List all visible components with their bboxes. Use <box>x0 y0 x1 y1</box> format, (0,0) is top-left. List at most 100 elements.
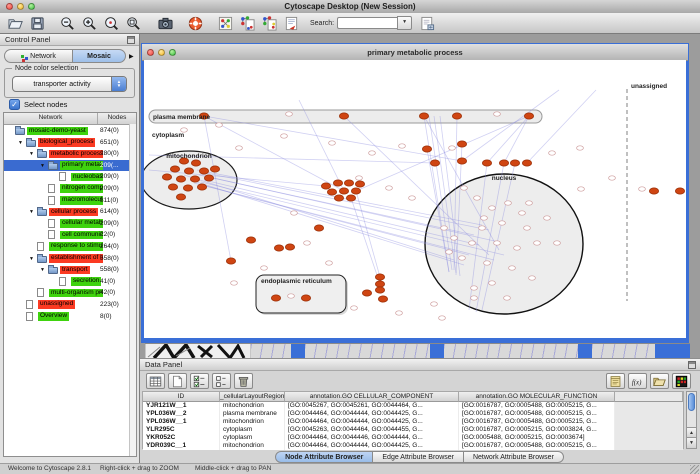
node-small[interactable] <box>505 201 512 205</box>
node[interactable] <box>522 160 531 166</box>
node-small[interactable] <box>449 146 456 150</box>
tree-row-secretion[interactable]: secretion41(0) <box>4 276 136 288</box>
node-small[interactable] <box>529 276 536 280</box>
node-small[interactable] <box>399 144 406 148</box>
node-small[interactable] <box>514 246 521 250</box>
node[interactable] <box>346 195 355 201</box>
node[interactable] <box>190 176 199 182</box>
background-window-strip[interactable] <box>592 344 655 358</box>
save-button[interactable] <box>28 14 47 32</box>
node[interactable] <box>375 274 384 280</box>
node[interactable] <box>333 180 342 186</box>
tree-scrollbar[interactable] <box>129 124 136 456</box>
zoom-selected-button[interactable] <box>102 14 121 32</box>
node-small[interactable] <box>484 261 491 265</box>
node-small[interactable] <box>471 286 478 290</box>
select-nodes-option[interactable]: ✓ Select nodes <box>9 98 67 110</box>
node[interactable] <box>457 141 466 147</box>
function-builder-button[interactable]: f(x) <box>628 373 647 389</box>
copy-network-button[interactable] <box>238 14 257 32</box>
node-small[interactable] <box>481 216 488 220</box>
tree-column-nodes[interactable]: Nodes <box>98 113 136 124</box>
column-header[interactable]: _cellularLayoutRegion <box>220 392 285 402</box>
expander-icon[interactable]: ▼ <box>18 140 23 146</box>
node-small[interactable] <box>578 187 585 191</box>
node-small[interactable] <box>471 296 478 300</box>
tree-row-response-to-stimulu[interactable]: response to stimulu264(0) <box>4 241 136 253</box>
node-small[interactable] <box>489 206 496 210</box>
network-canvas[interactable]: plasma membranecytoplasmmitochondrionnuc… <box>144 60 686 338</box>
tree-row-multi-organism-pro[interactable]: multi-organism pro42(0) <box>4 287 136 299</box>
node-small[interactable] <box>499 221 506 225</box>
node[interactable] <box>499 160 508 166</box>
node[interactable] <box>344 180 353 186</box>
node[interactable] <box>162 174 171 180</box>
tree-row-unassigned[interactable]: unassigned223(0) <box>4 299 136 311</box>
node[interactable] <box>339 113 348 119</box>
tab-mosaic[interactable]: Mosaic <box>72 49 126 63</box>
column-header[interactable]: annotation.GO CELLULAR_COMPONENT <box>285 392 459 402</box>
tree-row-macromolecule[interactable]: macromolecule311(0) <box>4 195 136 207</box>
tree-column-network[interactable]: Network <box>4 113 98 124</box>
node-small[interactable] <box>489 281 496 285</box>
node-small[interactable] <box>577 146 584 150</box>
node-small[interactable] <box>509 266 516 270</box>
node[interactable] <box>457 158 466 164</box>
import-attributes-button[interactable] <box>650 373 669 389</box>
node[interactable] <box>271 295 280 301</box>
node-color-dropdown[interactable]: transporter activity ▲▼ <box>12 76 127 92</box>
tree-row-mosaic-demo-yeast[interactable]: mosaic-demo-yeast874(0) <box>4 125 136 137</box>
tab-network[interactable]: Network <box>4 49 72 63</box>
node-small[interactable] <box>526 201 533 205</box>
document-settings-button[interactable] <box>418 14 437 32</box>
node[interactable] <box>482 160 491 166</box>
node[interactable] <box>375 281 384 287</box>
float-panel-icon[interactable] <box>688 361 696 369</box>
node[interactable] <box>176 194 185 200</box>
table-row[interactable]: YLR295Ccytoplasm[GO:0045263, GO:0044464,… <box>143 426 683 434</box>
node[interactable] <box>210 166 219 172</box>
node[interactable] <box>321 183 330 189</box>
background-window-edge[interactable] <box>655 344 690 358</box>
node[interactable] <box>168 184 177 190</box>
node-small[interactable] <box>446 250 453 254</box>
expander-icon[interactable]: ▼ <box>29 151 34 157</box>
node[interactable] <box>191 160 200 166</box>
table-row[interactable]: YJR121W__1mitochondrion[GO:0045267, GO:0… <box>143 402 683 410</box>
tab-overflow-icon[interactable]: ▶ <box>129 53 134 60</box>
tab-node-attribute-browser[interactable]: Node Attribute Browser <box>275 451 373 463</box>
node-small[interactable] <box>356 176 363 180</box>
background-window-strip[interactable] <box>444 344 578 358</box>
node-small[interactable] <box>524 226 531 230</box>
node[interactable] <box>351 188 360 194</box>
node-small[interactable] <box>534 241 541 245</box>
node[interactable] <box>327 189 336 195</box>
node[interactable] <box>452 113 461 119</box>
node[interactable] <box>176 176 185 182</box>
network-view-button[interactable] <box>216 14 235 32</box>
node-small[interactable] <box>288 294 295 298</box>
node[interactable] <box>378 296 387 302</box>
delete-attribute-button[interactable] <box>234 373 253 389</box>
node-small[interactable] <box>519 211 526 215</box>
node-small[interactable] <box>409 196 416 200</box>
node[interactable] <box>430 160 439 166</box>
table-mode-button[interactable] <box>146 373 165 389</box>
tree-row-establishment-of-lo[interactable]: ▼establishment of lo558(0) <box>4 253 136 265</box>
node-small[interactable] <box>291 211 298 215</box>
node-small[interactable] <box>474 196 481 200</box>
node[interactable] <box>524 113 533 119</box>
node-small[interactable] <box>439 316 446 320</box>
node[interactable] <box>422 146 431 152</box>
node-small[interactable] <box>549 151 556 155</box>
tree-row-cellular-process[interactable]: ▼cellular process614(0) <box>4 206 136 218</box>
tree-row-overview[interactable]: Overview8(0) <box>4 311 136 323</box>
node-small[interactable] <box>286 112 293 116</box>
node-small[interactable] <box>231 281 238 285</box>
node-small[interactable] <box>236 146 243 150</box>
node-small[interactable] <box>326 261 333 265</box>
node[interactable] <box>204 175 213 181</box>
node-small[interactable] <box>351 306 358 310</box>
expander-icon[interactable]: ▼ <box>29 256 34 262</box>
vizmapper-form-button[interactable] <box>282 14 301 32</box>
